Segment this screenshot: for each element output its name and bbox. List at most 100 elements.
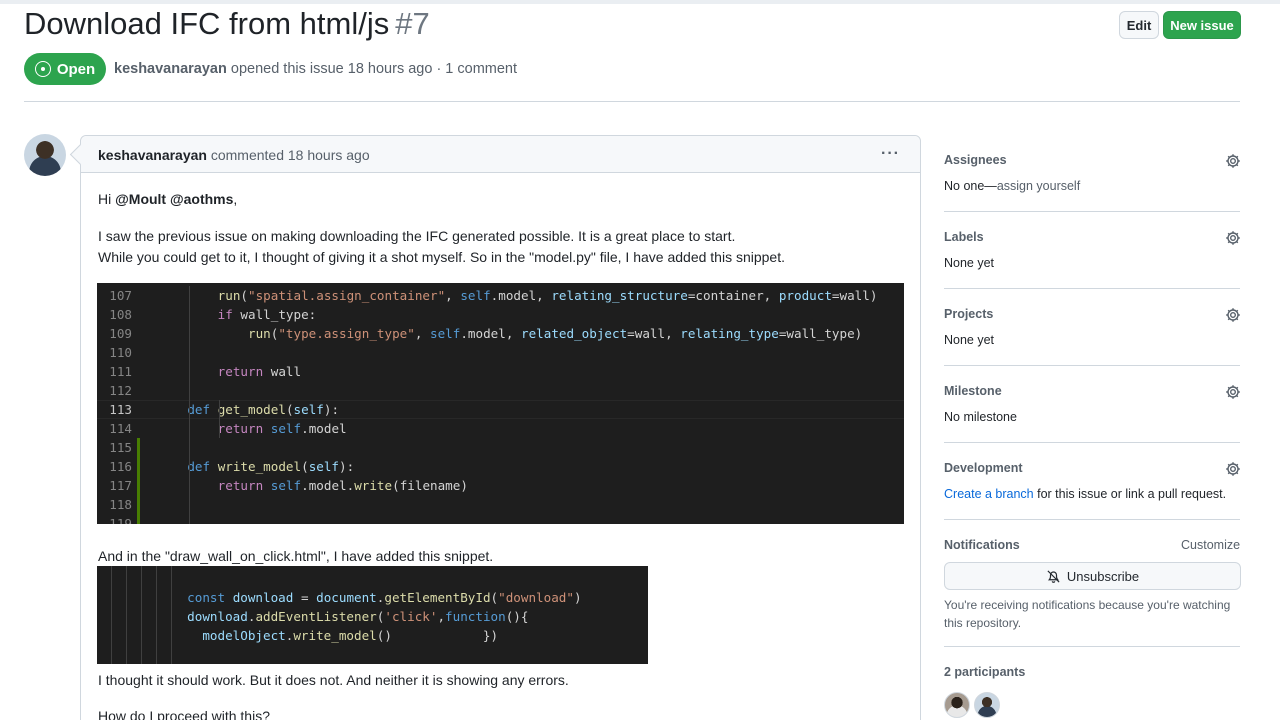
- code-token: return: [217, 364, 264, 379]
- line-number: 117: [109, 478, 132, 493]
- line-number: 113: [109, 402, 132, 417]
- code-token: getElementById: [384, 590, 491, 605]
- avatar[interactable]: [24, 134, 66, 176]
- new-issue-button[interactable]: New issue: [1163, 11, 1241, 39]
- code-token: ,: [437, 609, 446, 624]
- sidebar-divider: [944, 288, 1240, 289]
- line-number: 116: [109, 459, 132, 474]
- milestone-heading[interactable]: Milestone: [944, 384, 1002, 398]
- unsubscribe-button[interactable]: Unsubscribe: [944, 562, 1241, 590]
- gear-icon[interactable]: [1225, 461, 1241, 477]
- code-token: related_object: [521, 326, 628, 341]
- kebab-horizontal-icon[interactable]: ···: [881, 145, 900, 163]
- comment-timestamp: commented 18 hours ago: [206, 147, 370, 163]
- code-text: return self.model: [157, 419, 347, 438]
- milestone-value: No milestone: [944, 410, 1017, 424]
- gear-icon[interactable]: [1225, 307, 1241, 323]
- code-text: run("type.assign_type", self.model, rela…: [157, 324, 862, 343]
- code-token: self: [270, 421, 302, 436]
- code-token: modelObject: [202, 628, 286, 643]
- comment-header: keshavanarayan commented 18 hours ago ··…: [81, 136, 920, 173]
- projects-value: None yet: [944, 333, 995, 347]
- code-line: 110: [97, 343, 904, 362]
- code-token: .model,: [460, 326, 522, 341]
- issue-meta: keshavanarayan opened this issue 18 hour…: [114, 61, 517, 77]
- comment-paragraph-1-line-2: While you could get to it, I thought of …: [98, 249, 785, 265]
- sidebar-divider: [944, 211, 1240, 212]
- comment-author-link[interactable]: keshavanarayan: [98, 147, 207, 163]
- code-line: const download = document.getElementById…: [97, 588, 648, 607]
- code-token: self: [430, 326, 461, 341]
- code-token: self: [460, 288, 491, 303]
- bell-slash-icon: [1047, 569, 1060, 583]
- code-token: (: [490, 590, 499, 605]
- gear-icon[interactable]: [1225, 153, 1241, 169]
- code-token: =wall,: [627, 326, 681, 341]
- code-line: 118: [97, 495, 904, 514]
- notifications-heading: Notifications: [944, 538, 1020, 552]
- line-number: 118: [109, 497, 132, 512]
- line-number: 115: [109, 440, 132, 455]
- assign-yourself-link[interactable]: assign yourself: [997, 179, 1080, 193]
- code-snippet-javascript: const download = document.getElementById…: [97, 566, 648, 664]
- code-token: document: [316, 590, 377, 605]
- code-token: (: [301, 459, 309, 474]
- participant-avatar[interactable]: [944, 692, 970, 718]
- code-token: write_model: [293, 628, 377, 643]
- code-token: (filename): [392, 478, 468, 493]
- code-token: relating_structure: [551, 288, 688, 303]
- code-token: wall: [263, 364, 302, 379]
- line-number: 119: [109, 516, 132, 524]
- development-heading[interactable]: Development: [944, 461, 1023, 475]
- line-number: 114: [109, 421, 132, 436]
- customize-link[interactable]: Customize: [1181, 538, 1240, 552]
- code-line: 116 def write_model(self):: [97, 457, 904, 476]
- sidebar-divider: [944, 365, 1240, 366]
- code-token: relating_type: [680, 326, 779, 341]
- indent-guide: [219, 400, 220, 438]
- gear-icon[interactable]: [1225, 384, 1241, 400]
- labels-heading[interactable]: Labels: [944, 230, 984, 244]
- code-token: write_model: [217, 459, 302, 474]
- code-token: (: [285, 402, 294, 417]
- sidebar-divider: [944, 442, 1240, 443]
- issue-number: #7: [395, 6, 430, 41]
- issue-opened-icon: [34, 61, 51, 77]
- code-token: ): [573, 590, 582, 605]
- code-token: =: [293, 590, 317, 605]
- participant-avatar[interactable]: [974, 692, 1000, 718]
- development-value: Create a branch for this issue or link a…: [944, 487, 1226, 501]
- mention-links[interactable]: @Moult @aothms: [115, 191, 233, 207]
- status-label: Open: [56, 60, 96, 78]
- assignees-heading[interactable]: Assignees: [944, 153, 1007, 167]
- projects-heading[interactable]: Projects: [944, 307, 993, 321]
- code-token: run: [248, 326, 271, 341]
- assignees-none: No one—: [944, 179, 997, 193]
- code-token: (: [240, 288, 249, 303]
- unsubscribe-label: Unsubscribe: [1066, 568, 1140, 584]
- code-token: =wall_type): [778, 326, 863, 341]
- issue-title-text: Download IFC from html/js: [24, 6, 390, 41]
- comment-author-line: keshavanarayan commented 18 hours ago: [98, 147, 370, 163]
- code-token: "type.assign_type": [278, 326, 415, 341]
- create-branch-link[interactable]: Create a branch: [944, 487, 1034, 501]
- sidebar-divider: [944, 519, 1240, 520]
- notifications-note: You're receiving notifications because y…: [944, 598, 1231, 630]
- line-number: 112: [109, 383, 132, 398]
- code-token: download: [187, 609, 248, 624]
- code-token: return: [217, 421, 264, 436]
- gear-icon[interactable]: [1225, 230, 1241, 246]
- code-token: download: [232, 590, 294, 605]
- line-number: 111: [109, 364, 132, 379]
- code-token: get_model: [217, 402, 286, 417]
- code-snippet-python: 107 run("spatial.assign_container", self…: [97, 283, 904, 524]
- edit-button[interactable]: Edit: [1119, 11, 1159, 39]
- line-number: 109: [109, 326, 132, 341]
- code-line: 109 run("type.assign_type", self.model, …: [97, 324, 904, 343]
- code-token: () }): [376, 628, 499, 643]
- issue-author-link[interactable]: keshavanarayan: [114, 61, 227, 77]
